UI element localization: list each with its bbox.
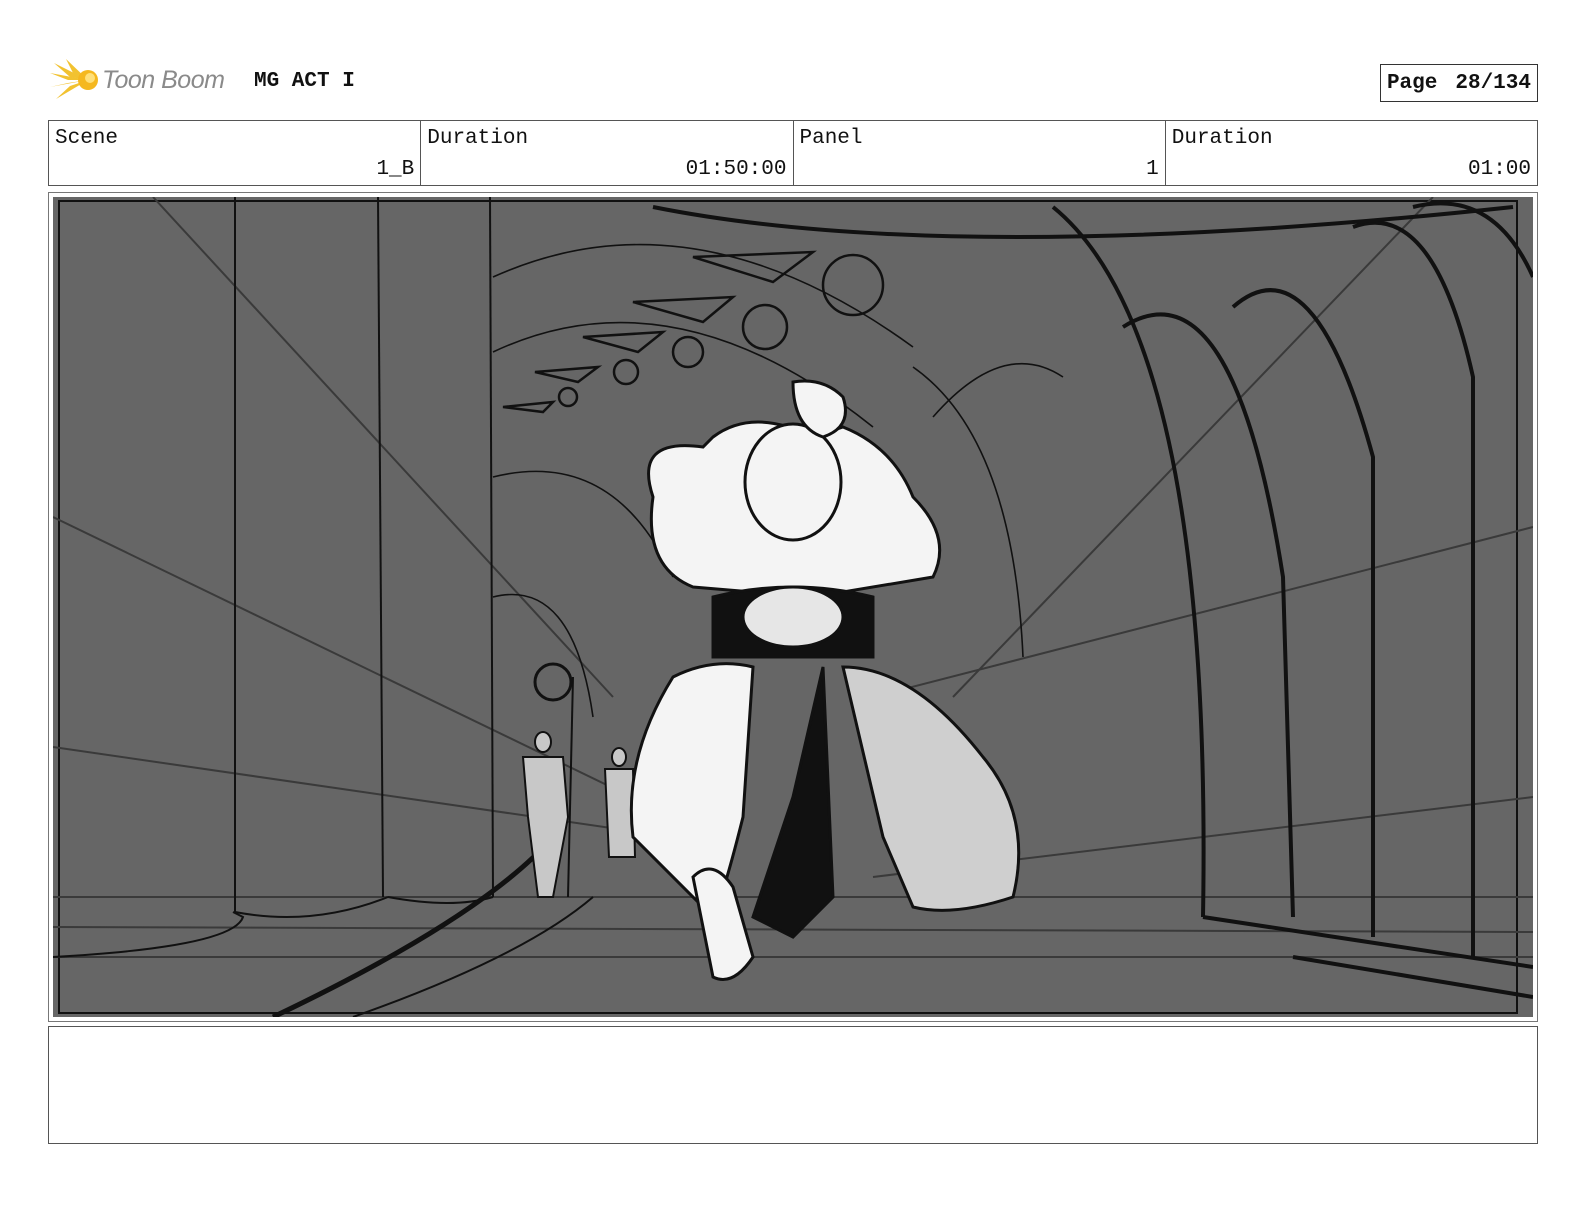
scene-duration-cell: Duration 01:50:00 [421, 121, 794, 185]
panel-duration-label: Duration [1171, 127, 1273, 150]
panel-value: 1 [1146, 158, 1159, 181]
toon-boom-logo: Toon Boom [48, 58, 225, 102]
scene-duration-label: Duration [427, 127, 529, 150]
panel-frame [48, 192, 1538, 1022]
storyboard-panel-image [53, 197, 1533, 1017]
page-value: 28/134 [1455, 71, 1531, 95]
panel-duration-value: 01:00 [1467, 158, 1531, 181]
page-indicator: Page 28/134 [1379, 64, 1538, 102]
storyboard-sketch-image [53, 197, 1533, 1017]
scene-cell: Scene 1_B [49, 121, 422, 185]
scene-value: 1_B [376, 158, 415, 181]
toon-boom-burst-icon [50, 59, 98, 99]
panel-label: Panel [799, 127, 863, 150]
panel-info-row: Scene 1_B Duration 01:50:00 Panel 1 Dura… [48, 120, 1538, 186]
scene-label: Scene [55, 127, 119, 150]
panel-cell: Panel 1 [794, 121, 1166, 185]
logo-text: Toon Boom [102, 65, 225, 94]
scene-duration-value: 01:50:00 [685, 158, 787, 181]
page-label: Page [1386, 71, 1438, 95]
project-title: MG ACT I [254, 70, 355, 93]
storyboard-header: Toon Boom MG ACT I Page 28/134 [48, 52, 1538, 108]
panel-duration-cell: Duration 01:00 [1166, 121, 1537, 185]
panel-notes-box[interactable] [48, 1026, 1538, 1144]
